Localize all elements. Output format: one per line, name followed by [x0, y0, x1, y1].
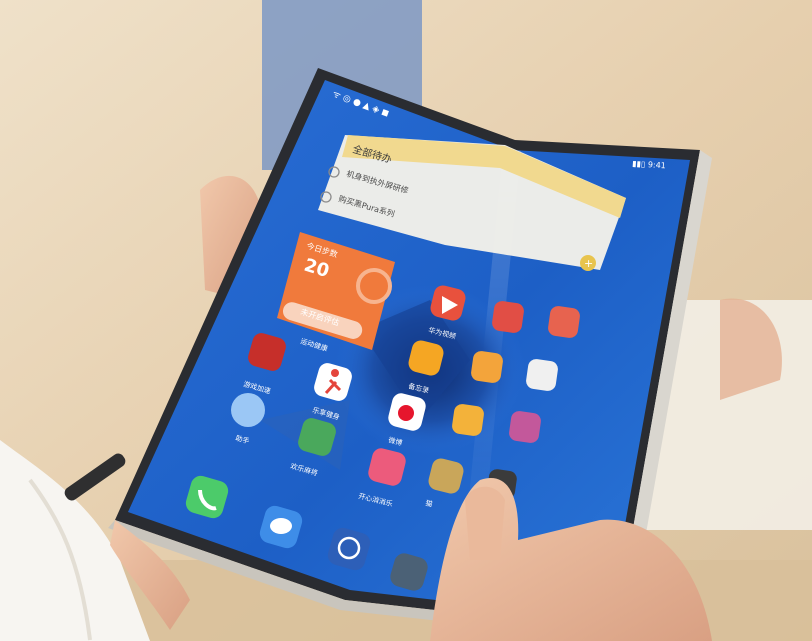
app-icon-files[interactable] — [451, 403, 485, 437]
weibo-eye — [398, 405, 414, 421]
photo-scene: ᯤ ◎ ● ▲ ◈ ◼ ▮▮▯ 9:41 全部待办 机身到执外屏研修 购买黑Pu… — [0, 0, 812, 641]
todo-add-glyph: + — [584, 257, 593, 270]
index-finger — [465, 486, 505, 560]
app-icon-books[interactable] — [508, 410, 542, 444]
message-bubble — [270, 518, 292, 534]
app-icon-calendar[interactable] — [525, 358, 559, 392]
photo-illustration: ᯤ ◎ ● ▲ ◈ ◼ ▮▮▯ 9:41 全部待办 机身到执外屏研修 购买黑Pu… — [0, 0, 812, 641]
runner-head — [331, 369, 339, 377]
app-icon-health[interactable] — [547, 305, 581, 339]
circle-icon — [231, 393, 265, 427]
app-icon-red[interactable] — [491, 300, 525, 334]
app-icon-orange[interactable] — [470, 350, 504, 384]
